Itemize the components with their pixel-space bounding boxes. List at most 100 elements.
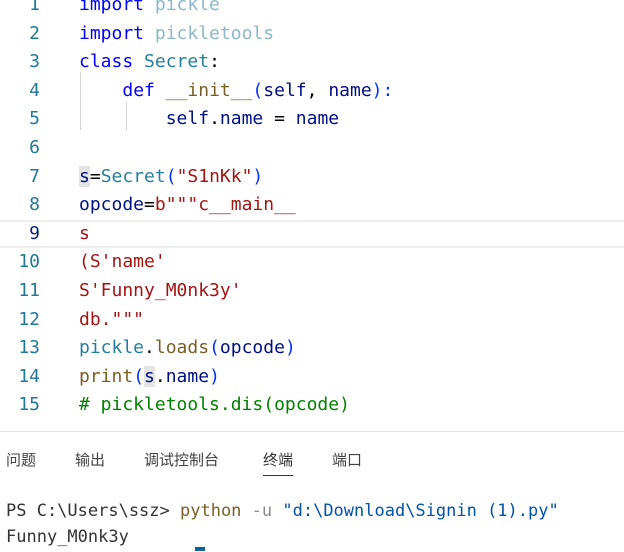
code-text: db.""": [79, 306, 144, 335]
code-token: "S1nKk": [176, 165, 253, 187]
code-token: (: [165, 165, 177, 187]
code-text: pickle.loads(opcode): [79, 334, 296, 363]
terminal-output[interactable]: PS C:\Users\ssz> python -u "d:\Download\…: [6, 498, 559, 550]
code-token: s: [79, 222, 90, 244]
code-line[interactable]: 7 s=Secret("S1nKk"): [0, 163, 624, 192]
code-token: ): [284, 337, 296, 359]
panel-tab-bar: 问题 输出 调试控制台 终端 端口: [0, 432, 624, 488]
code-token: s: [144, 365, 155, 387]
tab-debug-console[interactable]: 调试控制台: [144, 450, 219, 470]
code-token: (S'name': [79, 251, 166, 273]
code-token: pickletools: [154, 22, 275, 44]
code-line[interactable]: 4 def __init__(self, name):: [0, 77, 624, 106]
terminal-prompt: PS C:\Users\ssz>: [6, 501, 180, 521]
code-line[interactable]: 12 db.""": [0, 306, 624, 335]
code-line[interactable]: 1 import pickle: [0, 0, 624, 20]
code-token: class: [79, 51, 134, 73]
code-text: s=Secret("S1nKk"): [79, 163, 263, 192]
code-token: =: [144, 194, 155, 216]
code-text: s: [79, 222, 90, 247]
line-number: 9: [29, 222, 40, 244]
line-number: 3: [29, 51, 40, 73]
code-token: :: [209, 51, 220, 73]
line-number: 4: [29, 79, 40, 101]
code-line[interactable]: 10 (S'name': [0, 248, 624, 277]
line-number: 12: [18, 308, 40, 330]
terminal-result: Funny_M0nk3y: [6, 527, 129, 547]
tab-problems[interactable]: 问题: [6, 450, 36, 470]
terminal-argument: -u: [241, 501, 283, 521]
line-number: 13: [18, 337, 40, 359]
tab-terminal[interactable]: 终端: [263, 450, 294, 476]
code-token: import: [79, 0, 145, 15]
line-number: 11: [18, 280, 40, 301]
code-token: ,: [306, 79, 329, 101]
code-line[interactable]: 8 opcode=b"""c__main__: [0, 191, 624, 220]
code-token: db.""": [79, 308, 145, 330]
code-line[interactable]: 13 pickle.loads(opcode): [0, 334, 624, 363]
terminal-command: python: [180, 501, 242, 521]
code-token: pickle: [79, 337, 145, 359]
code-token: Secret: [100, 165, 166, 187]
code-token: (: [133, 365, 145, 387]
code-line[interactable]: 14 print(s.name): [0, 363, 624, 392]
code-text: print(s.name): [79, 363, 220, 392]
line-number: 1: [29, 0, 40, 15]
code-text: opcode=b"""c__main__: [79, 191, 296, 220]
code-token: (: [209, 337, 220, 359]
terminal-script-path: "d:\Download\Signin (1).py": [282, 501, 559, 521]
code-line[interactable]: 11 S'Funny_M0nk3y': [0, 277, 624, 306]
code-token: S'Funny_M0nk3y': [79, 280, 242, 301]
code-token: ): [209, 365, 220, 387]
code-token: Secret: [144, 51, 210, 73]
code-text: self.name = name: [79, 105, 339, 134]
code-token: def: [122, 79, 155, 101]
code-token: import: [79, 22, 145, 44]
line-number: 15: [18, 394, 40, 416]
code-token: ): [252, 165, 264, 187]
code-token: # pickletools.dis(opcode): [79, 394, 350, 416]
line-number: 10: [18, 251, 40, 273]
code-token: =: [263, 108, 296, 130]
code-token: =: [89, 165, 101, 187]
code-token: b"""c__main__: [154, 194, 296, 216]
code-line[interactable]: 15 # pickletools.dis(opcode): [0, 391, 624, 420]
code-line[interactable]: 9s: [0, 219, 624, 249]
code-token: name: [165, 365, 210, 387]
code-token: __init__: [165, 79, 253, 101]
terminal-cursor: [195, 547, 205, 551]
line-number: 6: [29, 137, 40, 158]
code-text: S'Funny_M0nk3y': [79, 277, 242, 306]
line-number: 14: [18, 365, 40, 387]
code-token: name: [328, 79, 372, 101]
code-token: name: [295, 108, 340, 130]
code-editor[interactable]: 1 import pickle 2 import pickletools 3 class …: [0, 0, 624, 431]
code-text: # pickletools.dis(opcode): [79, 391, 350, 420]
code-token: print: [79, 365, 134, 387]
code-line[interactable]: 5 self.name = name: [0, 105, 624, 134]
code-token: loads: [154, 337, 210, 359]
code-token: name: [219, 108, 264, 130]
tab-ports[interactable]: 端口: [332, 450, 362, 470]
code-text: import pickletools: [79, 20, 274, 49]
code-line[interactable]: 3 class Secret:: [0, 48, 624, 77]
line-number: 7: [29, 165, 40, 187]
code-text: def __init__(self, name):: [79, 77, 393, 106]
code-token: s: [79, 165, 90, 187]
code-token: .: [209, 108, 220, 130]
code-text: import pickle: [79, 0, 220, 20]
code-line[interactable]: 6: [0, 134, 624, 163]
code-text: class Secret:: [79, 48, 220, 77]
code-line[interactable]: 2 import pickletools: [0, 20, 624, 49]
code-token: self: [165, 108, 210, 130]
bottom-panel: 问题 输出 调试控制台 终端 端口 PS C:\Users\ssz> pytho…: [0, 431, 624, 552]
code-token: .: [154, 365, 166, 387]
code-token: .: [144, 337, 155, 359]
code-token: opcode: [219, 337, 285, 359]
tab-output[interactable]: 输出: [75, 450, 105, 470]
